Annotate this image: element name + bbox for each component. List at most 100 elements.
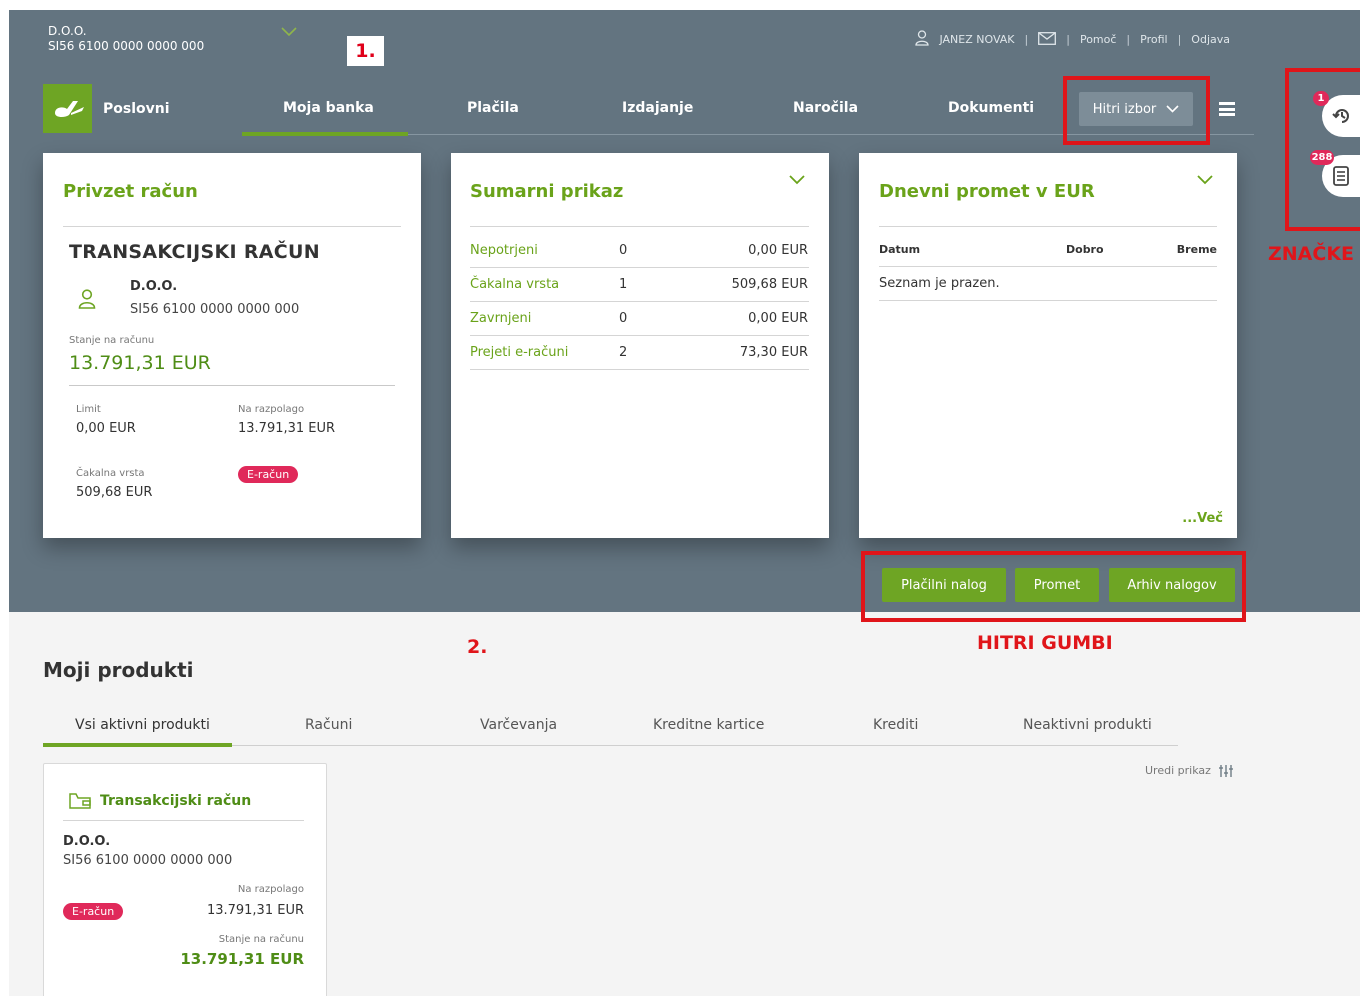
summary-amount: 73,30 EUR [739, 345, 808, 360]
company-selector[interactable]: D.O.O. SI56 6100 0000 0000 000 [48, 24, 204, 54]
product-title: Transakcijski račun [100, 793, 252, 809]
annotation-box-quick-buttons [861, 551, 1246, 622]
annotation-badges: ZNAČKE [1268, 243, 1355, 265]
summary-count: 2 [619, 345, 628, 360]
tab-accounts[interactable]: Računi [305, 717, 352, 733]
chevron-down-icon[interactable] [1197, 175, 1213, 185]
queue-label: Čakalna vrsta [76, 468, 145, 479]
col-debit: Breme [1176, 243, 1217, 256]
e-invoice-badge[interactable]: E-račun [63, 903, 124, 920]
limit-label: Limit [76, 404, 101, 415]
chevron-down-icon[interactable] [281, 26, 297, 41]
summary-amount: 0,00 EUR [748, 243, 808, 258]
account-iban: SI56 6100 0000 0000 000 [130, 302, 300, 317]
divider [69, 385, 395, 386]
balance-label: Stanje na računu [69, 335, 155, 346]
summary-label: Prejeti e-računi [470, 345, 569, 360]
annotation-box-badges [1285, 68, 1360, 231]
nav-moja-banka[interactable]: Moja banka [283, 100, 374, 116]
menu-icon[interactable] [1219, 102, 1235, 116]
tab-active-indicator [43, 743, 232, 747]
product-card[interactable]: Transakcijski račun D.O.O. SI56 6100 000… [43, 763, 327, 996]
col-date: Datum [879, 243, 921, 256]
daily-turnover-card: Dnevni promet v EUR Datum Dobro Breme Se… [859, 153, 1237, 538]
annotation-number-1: 1. [347, 36, 384, 66]
separator: | [1126, 33, 1131, 46]
more-link[interactable]: ...Več [1182, 511, 1223, 526]
product-balance: 13.791,31 EUR [180, 950, 304, 968]
bank-logo[interactable] [43, 84, 92, 133]
product-card-header: Transakcijski račun [68, 792, 251, 810]
edit-view-label: Uredi prikaz [1145, 764, 1211, 777]
annotation-number-2: 2. [467, 636, 488, 658]
help-link[interactable]: Pomoč [1080, 33, 1116, 46]
logout-link[interactable]: Odjava [1191, 33, 1230, 46]
user-name[interactable]: JANEZ NOVAK [939, 33, 1014, 46]
product-holder: D.O.O. [63, 834, 111, 849]
mail-icon[interactable] [1038, 31, 1057, 48]
nav-dokumenti[interactable]: Dokumenti [948, 100, 1034, 116]
summary-card: Sumarni prikaz Nepotrjeni 0 0,00 EUR Čak… [451, 153, 829, 538]
summary-label: Nepotrjeni [470, 243, 538, 258]
separator: | [1177, 33, 1182, 46]
dashboard-header-band: D.O.O. SI56 6100 0000 0000 000 1. JANEZ … [9, 10, 1360, 612]
tab-credit-cards[interactable]: Kreditne kartice [653, 717, 764, 733]
summary-row[interactable]: Prejeti e-računi 2 73,30 EUR [470, 336, 809, 370]
available-value: 13.791,31 EUR [238, 421, 336, 436]
summary-label: Čakalna vrsta [470, 277, 560, 292]
brand-label: Poslovni [103, 101, 170, 117]
tab-savings[interactable]: Varčevanja [480, 717, 557, 733]
divider [470, 226, 809, 227]
default-account-card: Privzet račun TRANSAKCIJSKI RAČUN D.O.O.… [43, 153, 421, 538]
summary-row[interactable]: Zavrnjeni 0 0,00 EUR [470, 302, 809, 336]
nav-active-indicator [242, 132, 408, 136]
summary-label: Zavrnjeni [470, 311, 532, 326]
app-frame: D.O.O. SI56 6100 0000 0000 000 1. JANEZ … [9, 10, 1360, 996]
products-title: Moji produkti [43, 658, 194, 682]
summary-count: 1 [619, 277, 628, 292]
card-title: Privzet račun [63, 181, 198, 202]
wallet-icon [69, 793, 91, 809]
table-header: Datum Dobro Breme [879, 243, 1217, 267]
nav-izdajanje[interactable]: Izdajanje [622, 100, 693, 116]
product-available-label: Na razpolago [237, 884, 304, 895]
tab-all-active[interactable]: Vsi aktivni produkti [75, 717, 210, 733]
product-balance-label: Stanje na računu [218, 934, 304, 945]
divider [879, 226, 1217, 227]
card-title: Dnevni promet v EUR [879, 181, 1095, 202]
tab-loans[interactable]: Krediti [873, 717, 918, 733]
product-iban: SI56 6100 0000 0000 000 [63, 853, 233, 868]
summary-row[interactable]: Nepotrjeni 0 0,00 EUR [470, 234, 809, 268]
divider [63, 226, 401, 227]
chevron-down-icon[interactable] [789, 175, 805, 185]
profile-link[interactable]: Profil [1140, 33, 1167, 46]
summary-count: 0 [619, 311, 628, 326]
divider [63, 820, 304, 821]
summary-row[interactable]: Čakalna vrsta 1 509,68 EUR [470, 268, 809, 302]
empty-list-message: Seznam je prazen. [879, 267, 1217, 301]
separator: | [1066, 33, 1070, 46]
user-bar: JANEZ NOVAK | | Pomoč | Profil | Odjava [915, 30, 1230, 49]
annotation-box-quick-select [1063, 76, 1210, 145]
available-label: Na razpolago [238, 404, 305, 415]
account-type[interactable]: TRANSAKCIJSKI RAČUN [69, 241, 320, 263]
summary-count: 0 [619, 243, 628, 258]
account-balance: 13.791,31 EUR [69, 352, 211, 374]
annotation-quick-buttons: HITRI GUMBI [977, 632, 1113, 654]
product-available-value: 13.791,31 EUR [206, 903, 304, 918]
edit-view-control[interactable]: Uredi prikaz [1145, 764, 1233, 777]
tab-inactive[interactable]: Neaktivni produkti [1023, 717, 1152, 733]
col-credit: Dobro [1066, 243, 1104, 256]
separator: | [1024, 33, 1029, 46]
company-iban: SI56 6100 0000 0000 000 [48, 39, 205, 53]
company-name: D.O.O. [48, 24, 87, 38]
queue-value: 509,68 EUR [76, 485, 153, 500]
e-invoice-badge[interactable]: E-račun [238, 466, 299, 483]
account-holder: D.O.O. [130, 279, 178, 294]
nav-narocila[interactable]: Naročila [793, 100, 858, 116]
card-title: Sumarni prikaz [470, 181, 624, 202]
summary-amount: 0,00 EUR [748, 311, 808, 326]
nav-placila[interactable]: Plačila [467, 100, 519, 116]
sliders-icon [1218, 764, 1233, 777]
summary-amount: 509,68 EUR [731, 277, 808, 292]
